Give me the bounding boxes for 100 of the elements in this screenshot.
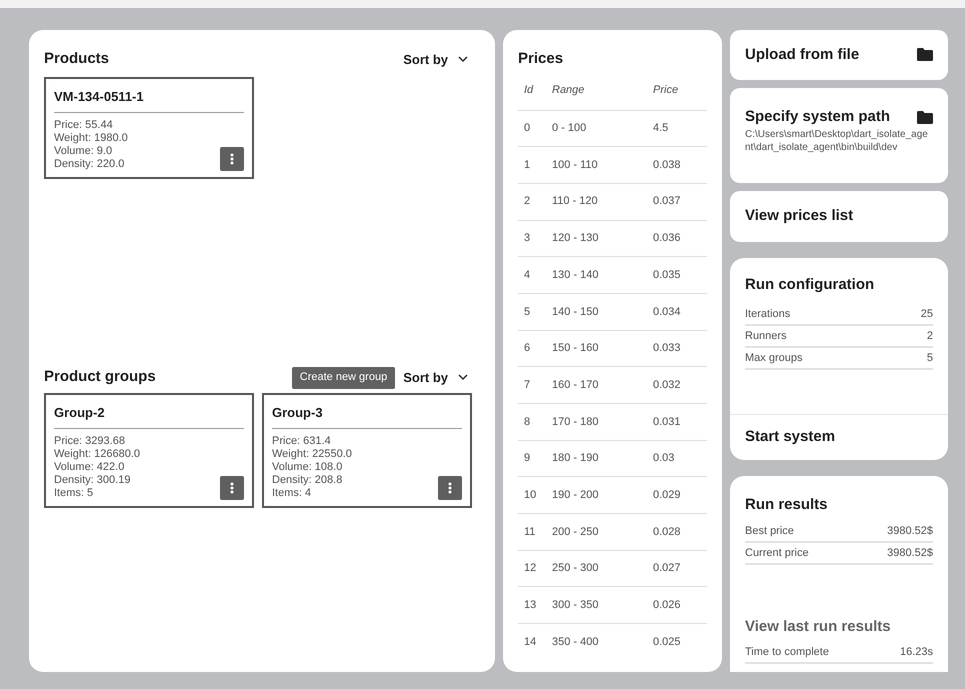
table-cell-text: 5 [523,304,532,320]
table-cell-text: 0.037 [653,194,681,210]
folder-icon [917,48,933,62]
table-cell-text: 0.035 [653,268,681,283]
card-title: Group-3 [272,402,462,429]
create-group-button[interactable]: Create new group [292,366,396,388]
system-path-label: Specify system path [745,106,890,127]
card-title: VM-134-0511-1 [54,86,244,113]
table-cell-text: 0.031 [653,414,681,430]
sort-label: Sort by [403,368,448,387]
table-cell-text: 6 [523,341,532,356]
table-cell-text: 300 - 350 [552,598,600,614]
card-title: Group-2 [54,402,244,429]
table-cell-text: 140 - 150 [552,304,600,320]
table-cell-text: 0.026 [653,598,681,614]
table-cell-text: 4 [523,268,532,283]
stat-label: Runners [745,328,787,344]
table-cell-text: 150 - 160 [552,341,600,356]
table-cell-text: 130 - 140 [552,268,600,283]
stat-value: 3980.52$ [887,524,933,539]
table-cell-text: 0.032 [653,378,681,393]
table-cell-text: 8 [523,414,532,430]
table-cell-text: 110 - 120 [552,194,599,210]
table-cell-text: 200 - 250 [552,524,600,540]
card-detail: Items: 4 [272,487,312,500]
card-detail: Price: 631.4 [272,435,332,448]
table-cell-text: 0 [523,121,532,136]
stat-label: Max groups [745,350,802,366]
more-button[interactable] [438,476,462,500]
card-detail: Weight: 126680.0 [54,448,140,461]
more-button[interactable] [220,476,244,500]
table-cell-text: 0.033 [653,341,681,356]
table-cell-text: 2 [523,194,532,210]
table-cell-text: 160 - 170 [552,378,600,393]
table-cell-text: 13 [523,598,538,614]
card-detail: Items: 5 [54,487,94,500]
stat-value: 2 [926,328,933,344]
section-title: Products [44,49,110,69]
start-system-button[interactable]: Start system [730,414,948,460]
system-path-button[interactable]: Specify system path C:\Users\smart\Desktop\dart_isolate_agent\dart_isolate_agent\bin\build\dev [730,88,948,183]
stat-label: Time to complete [745,645,829,660]
stat-value: 25 [920,306,933,322]
table-cell-text: 10 [523,488,538,503]
table-cell-text: 4.5 [653,121,668,136]
upload-button[interactable]: Upload from file [730,30,948,80]
chevron-down-icon [458,374,468,381]
table-cell-text: 180 - 190 [552,451,600,466]
table-cell-text: 100 - 110 [552,158,599,173]
table-cell-text: 1 [523,158,532,173]
stat-label: Iterations [745,306,790,322]
card-detail: Price: 3293.68 [54,435,126,448]
table-cell-text: 0.029 [653,488,681,503]
table-cell-text: 0.034 [653,304,681,320]
card-detail: Volume: 422.0 [54,461,126,474]
section-title: Run results [745,495,829,516]
view-prices-button[interactable]: View prices list [730,190,948,242]
card-detail: Density: 208.8 [272,474,344,487]
section-title: Prices [518,49,564,69]
table-cell-text: 7 [523,378,532,393]
system-path-text: C:\Users\smart\Desktop\dart_isolate_agent\dart_isolate_agent\bin\build\dev [745,128,929,154]
table-cell-text: 350 - 400 [552,635,600,650]
table-cell-text: 0 - 100 [552,121,588,136]
stat-value: 5 [926,350,933,366]
table-cell-text: 0.028 [653,524,681,540]
more-vertical-icon [230,153,234,165]
table-cell-text: 14 [523,635,538,650]
card-detail: Volume: 9.0 [54,145,114,158]
table-cell-text: 250 - 300 [552,561,600,576]
more-button[interactable] [220,147,244,171]
column-header: Range [552,82,586,98]
table-cell-text: 3 [523,231,532,246]
chevron-down-icon [458,56,468,63]
more-vertical-icon [448,482,452,494]
stat-value: 16.23s [900,645,933,660]
card-detail: Density: 300.19 [54,474,132,487]
table-cell-text: 12 [523,561,538,576]
column-header: Id [523,82,534,98]
column-header: Price [653,82,678,98]
upload-label: Upload from file [745,44,860,65]
card-detail: Density: 220.0 [54,158,126,171]
card-detail: Weight: 22550.0 [272,448,352,461]
table-cell-text: 0.036 [653,231,681,246]
table-cell-text: 0.025 [653,635,681,650]
sort-label: Sort by [403,50,448,69]
table-cell-text: 120 - 130 [552,231,600,246]
card-detail: Volume: 108.0 [272,461,344,474]
section-title: Product groups [44,367,156,387]
more-vertical-icon [230,482,234,494]
table-cell-text: 9 [523,451,532,466]
section-title: Run configuration [745,274,876,295]
table-cell-text: 0.03 [653,451,674,466]
table-cell-text: 0.038 [653,158,681,173]
stat-label: Current price [745,546,809,561]
sort-dropdown[interactable]: Sort by [403,50,468,69]
stat-value: 3980.52$ [887,546,933,561]
table-cell-text: 190 - 200 [552,488,600,503]
card-detail: Weight: 1980.0 [54,132,128,145]
card-detail: Price: 55.44 [54,119,114,132]
table-cell-text: 0.027 [653,561,681,576]
sort-dropdown[interactable]: Sort by [403,368,468,388]
